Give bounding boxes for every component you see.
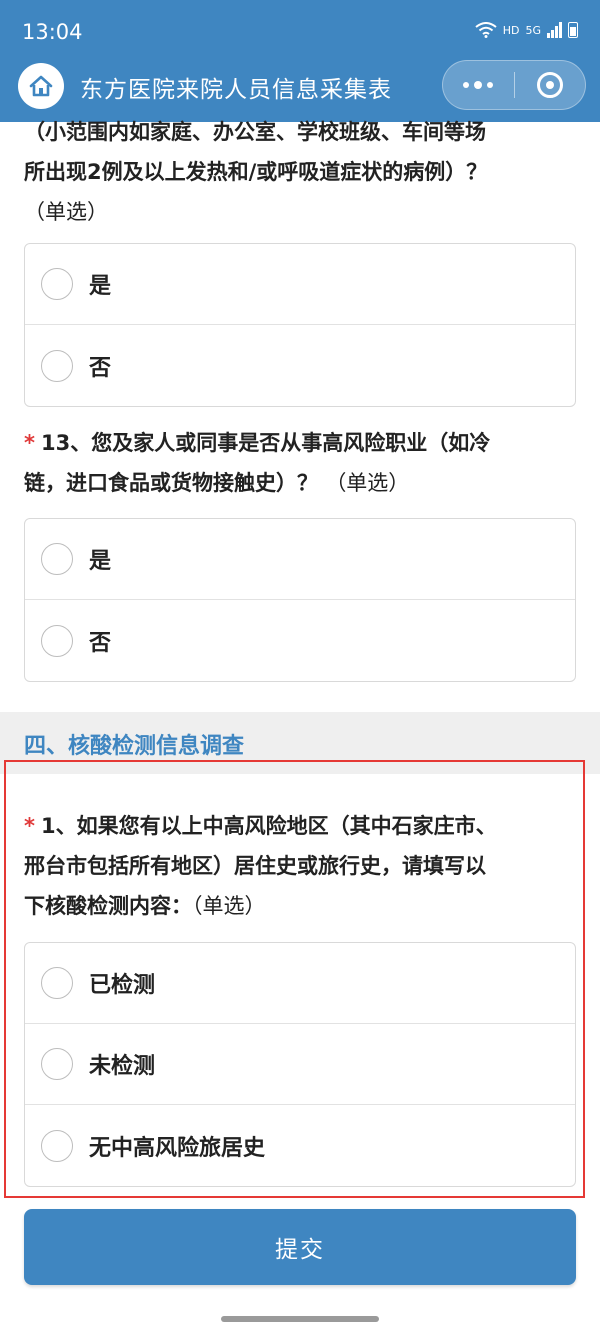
- more-dot-icon: [487, 82, 494, 88]
- more-dot-icon: [463, 82, 470, 88]
- option-no[interactable]: 否: [25, 600, 575, 681]
- question-hint: （单选）: [24, 200, 108, 224]
- network-label: 5G: [525, 23, 541, 37]
- option-no[interactable]: 否: [25, 325, 575, 406]
- radio-button[interactable]: [41, 543, 73, 575]
- option-yes[interactable]: 是: [25, 519, 575, 600]
- signal-icon: [547, 22, 562, 38]
- status-time: 13:04: [22, 20, 83, 44]
- option-yes[interactable]: 是: [25, 244, 575, 325]
- question-hint: （单选）: [325, 471, 410, 495]
- question-line: 所出现2例及以上发热和/或呼吸道症状的病例）？: [24, 160, 488, 184]
- mini-program-capsule: [442, 60, 586, 110]
- section-title: 四、核酸检测信息调查: [24, 734, 245, 759]
- home-icon: [29, 75, 53, 97]
- more-dot-icon: [474, 81, 483, 89]
- page-title: 东方医院来院人员信息采集表: [80, 77, 392, 103]
- wifi-icon: [475, 22, 497, 38]
- question-13-options: 是 否: [24, 518, 576, 682]
- home-indicator: [221, 1316, 379, 1322]
- home-button[interactable]: [18, 63, 64, 109]
- option-label: 是: [89, 274, 112, 299]
- status-bar: 13:04 HD 5G: [0, 0, 600, 60]
- more-button[interactable]: [443, 61, 514, 109]
- status-icons: HD 5G: [475, 22, 578, 38]
- close-circle-icon: [536, 72, 563, 98]
- hd-label: HD: [502, 23, 520, 37]
- option-label: 否: [89, 355, 112, 381]
- required-star: *: [24, 431, 35, 455]
- question-line: （小范围内如家庭、办公室、学校班级、车间等场: [24, 120, 486, 144]
- question-12-options: 是 否: [24, 243, 576, 407]
- radio-button[interactable]: [41, 349, 73, 382]
- option-label: 是: [89, 549, 112, 574]
- submit-button[interactable]: 提交: [24, 1209, 576, 1285]
- radio-button[interactable]: [41, 624, 73, 657]
- question-12-text: （小范围内如家庭、办公室、学校班级、车间等场 所出现2例及以上发热和/或呼吸道症…: [24, 112, 487, 232]
- battery-icon: [568, 22, 578, 38]
- close-button[interactable]: [515, 61, 586, 109]
- app-header: 13:04 HD 5G 东方医院来院人员信息采集表: [0, 0, 600, 122]
- radio-button[interactable]: [41, 268, 73, 300]
- question-line: 13、您及家人或同事是否从事高风险职业（如冷: [40, 431, 491, 455]
- option-label: 否: [89, 630, 112, 656]
- highlight-frame: [4, 760, 585, 1198]
- question-13-text: * 13、您及家人或同事是否从事高风险职业（如冷 链，进口食品或货物接触史）？ （…: [24, 423, 490, 503]
- question-line: 链，进口食品或货物接触史）？: [24, 471, 318, 495]
